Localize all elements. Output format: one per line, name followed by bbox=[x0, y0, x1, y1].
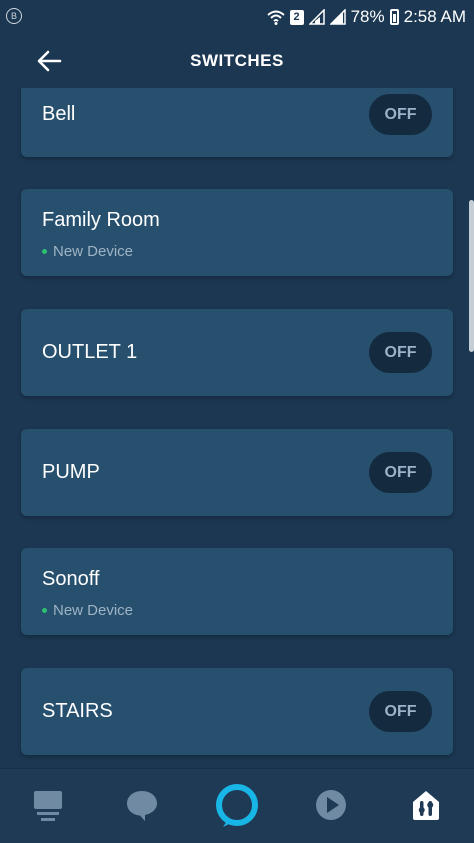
chat-icon bbox=[127, 791, 157, 821]
device-card-family-room[interactable]: Family Room New Device bbox=[21, 189, 453, 276]
device-name: PUMP bbox=[42, 461, 100, 483]
battery-percent: 78% bbox=[350, 7, 385, 26]
device-name: Bell bbox=[42, 103, 76, 125]
status-icons: 2 78% 2:58 AM bbox=[266, 5, 466, 29]
nav-alexa-button[interactable] bbox=[212, 781, 262, 829]
nav-communicate-button[interactable] bbox=[117, 781, 167, 829]
status-bar: B 2 78% 2:58 AM bbox=[0, 0, 474, 34]
page-title: SWITCHES bbox=[190, 51, 284, 70]
signal-icon bbox=[329, 9, 346, 25]
bottom-nav bbox=[0, 768, 474, 843]
device-name: Sonoff bbox=[42, 568, 100, 590]
device-status-label: New Device bbox=[53, 243, 134, 260]
notification-icon: B bbox=[6, 8, 22, 24]
device-name: Family Room bbox=[42, 209, 160, 231]
nav-play-button[interactable] bbox=[306, 781, 356, 829]
device-card-bell[interactable]: Bell OFF bbox=[21, 88, 453, 157]
nav-home-button[interactable] bbox=[23, 781, 73, 829]
device-card-sonoff[interactable]: Sonoff New Device bbox=[21, 548, 453, 635]
status-dot-icon bbox=[42, 608, 47, 613]
device-status: New Device bbox=[42, 602, 133, 619]
device-card-stairs[interactable]: STAIRS OFF bbox=[21, 668, 453, 755]
wifi-icon bbox=[266, 10, 285, 25]
scrollbar[interactable] bbox=[469, 200, 474, 352]
app-header: SWITCHES bbox=[0, 34, 474, 88]
status-dot-icon bbox=[42, 249, 47, 254]
device-name: STAIRS bbox=[42, 700, 113, 722]
home-icon bbox=[34, 791, 62, 821]
nav-devices-button[interactable] bbox=[401, 781, 451, 829]
device-list[interactable]: Bell OFF Family Room New Device OUTLET 1… bbox=[0, 88, 474, 768]
device-status-label: New Device bbox=[53, 602, 134, 619]
battery-icon bbox=[389, 9, 399, 25]
device-status: New Device bbox=[42, 243, 133, 260]
devices-icon bbox=[413, 791, 439, 820]
sim-badge: 2 bbox=[289, 9, 304, 25]
power-toggle[interactable]: OFF bbox=[369, 691, 432, 732]
clock: 2:58 AM bbox=[403, 7, 466, 26]
device-card-pump[interactable]: PUMP OFF bbox=[21, 429, 453, 516]
alexa-icon bbox=[216, 784, 258, 827]
signal-icon bbox=[308, 9, 325, 25]
device-name: OUTLET 1 bbox=[42, 341, 138, 363]
play-icon bbox=[316, 790, 346, 820]
device-card-outlet-1[interactable]: OUTLET 1 OFF bbox=[21, 309, 453, 396]
power-toggle[interactable]: OFF bbox=[369, 94, 432, 135]
power-toggle[interactable]: OFF bbox=[369, 452, 432, 493]
power-toggle[interactable]: OFF bbox=[369, 332, 432, 373]
